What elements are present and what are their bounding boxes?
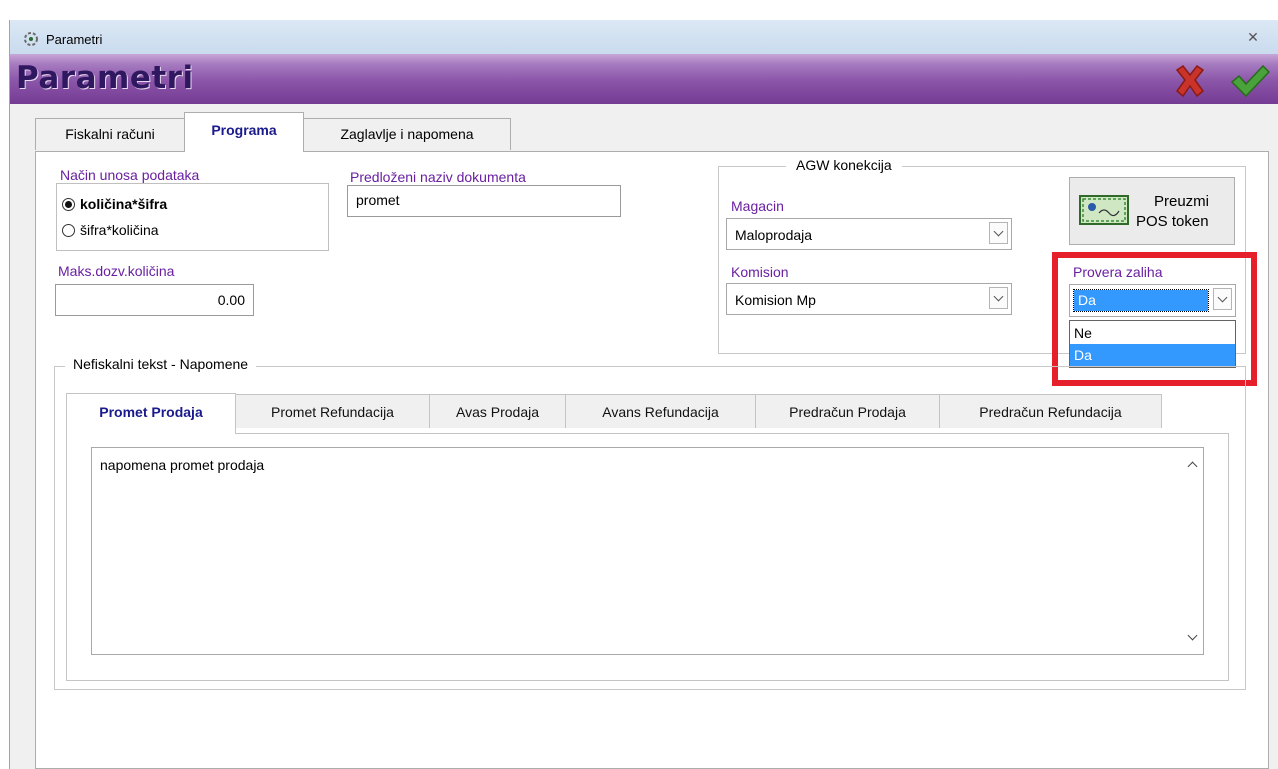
magacin-dropdown-button[interactable] bbox=[989, 222, 1008, 244]
max-qty-label: Maks.dozv.količina bbox=[58, 263, 175, 279]
notes-text: napomena promet prodaja bbox=[100, 457, 265, 473]
radio-circle bbox=[62, 198, 75, 211]
stock-check-label: Provera zaliha bbox=[1073, 264, 1163, 280]
tab-predracun-refundacija[interactable]: Predračun Refundacija bbox=[939, 394, 1162, 428]
title-bar bbox=[10, 20, 1278, 54]
chevron-down-icon bbox=[993, 226, 1004, 237]
tab-promet-prodaja[interactable]: Promet Prodaja bbox=[66, 393, 236, 434]
app-icon bbox=[22, 30, 40, 48]
agw-group-label: AGW konekcija bbox=[786, 157, 902, 173]
pos-token-button[interactable]: Preuzmi POS token bbox=[1069, 177, 1235, 245]
magacin-value: Maloprodaja bbox=[735, 227, 813, 243]
red-x-icon bbox=[1175, 64, 1205, 98]
stock-check-value: Da bbox=[1073, 289, 1209, 312]
doc-name-input[interactable]: promet bbox=[347, 185, 621, 217]
ok-button[interactable] bbox=[1228, 60, 1271, 102]
radio-circle bbox=[62, 224, 75, 237]
chevron-down-icon bbox=[1217, 292, 1228, 303]
tab-avas-prodaja[interactable]: Avas Prodaja bbox=[429, 394, 566, 428]
window-close-button[interactable]: ✕ bbox=[1235, 26, 1271, 48]
stock-check-select[interactable]: Da bbox=[1069, 284, 1236, 317]
dropdown-option-da[interactable]: Da bbox=[1070, 344, 1235, 366]
radio-label: količina*šifra bbox=[80, 196, 168, 212]
notes-scrollbar[interactable] bbox=[1183, 448, 1203, 654]
tab-avans-refundacija[interactable]: Avans Refundacija bbox=[565, 394, 756, 428]
magacin-select[interactable]: Maloprodaja bbox=[726, 218, 1012, 250]
komision-select[interactable]: Komision Mp bbox=[726, 283, 1012, 315]
pos-token-label-2: POS token bbox=[1136, 213, 1209, 230]
tab-fiskalni-racuni[interactable]: Fiskalni računi bbox=[35, 118, 185, 150]
page-title: Parametri bbox=[16, 60, 194, 96]
tab-zaglavlje[interactable]: Zaglavlje i napomena bbox=[303, 118, 511, 150]
window-title: Parametri bbox=[46, 32, 103, 47]
dropdown-option-ne[interactable]: Ne bbox=[1070, 322, 1235, 344]
header-band bbox=[10, 54, 1278, 104]
stock-check-dropdown-button[interactable] bbox=[1213, 288, 1232, 310]
max-qty-input[interactable]: 0.00 bbox=[55, 284, 254, 316]
tab-predracun-prodaja[interactable]: Predračun Prodaja bbox=[755, 394, 940, 428]
pos-token-label-1: Preuzmi bbox=[1154, 193, 1210, 210]
stock-check-dropdown-list: Ne Da bbox=[1069, 320, 1236, 368]
komision-dropdown-button[interactable] bbox=[989, 287, 1008, 309]
tab-programa[interactable]: Programa bbox=[184, 112, 304, 152]
scroll-down-icon[interactable] bbox=[1187, 630, 1198, 641]
radio-label: šifra*količina bbox=[80, 222, 159, 238]
tab-promet-refundacija[interactable]: Promet Refundacija bbox=[235, 394, 430, 428]
komision-label: Komision bbox=[731, 264, 789, 280]
doc-name-label: Predloženi naziv dokumenta bbox=[350, 169, 526, 185]
komision-value: Komision Mp bbox=[735, 292, 816, 308]
input-mode-group bbox=[56, 183, 329, 251]
notes-textarea[interactable]: napomena promet prodaja bbox=[91, 447, 1204, 655]
magacin-label: Magacin bbox=[731, 198, 784, 214]
certificate-icon bbox=[1079, 195, 1129, 225]
chevron-down-icon bbox=[993, 291, 1004, 302]
green-check-icon bbox=[1230, 64, 1271, 98]
cancel-button[interactable] bbox=[1169, 60, 1211, 102]
scroll-up-icon[interactable] bbox=[1187, 461, 1198, 472]
notes-group-label: Nefiskalni tekst - Napomene bbox=[65, 356, 257, 372]
input-mode-label: Način unosa podataka bbox=[60, 167, 200, 183]
